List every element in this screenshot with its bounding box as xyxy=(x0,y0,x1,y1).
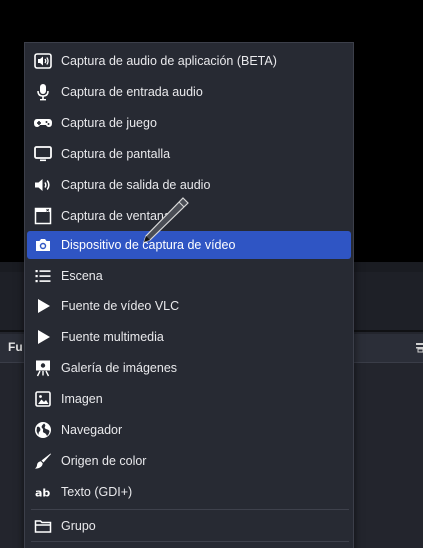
speaker-icon xyxy=(33,175,53,195)
menu-item-label: Captura de ventana xyxy=(61,209,171,223)
slideshow-icon xyxy=(33,358,53,378)
menu-item-label: Texto (GDI+) xyxy=(61,485,133,499)
menu-separator xyxy=(31,509,349,510)
menu-item-media-source[interactable]: Fuente multimedia xyxy=(27,323,351,351)
svg-text:ab: ab xyxy=(35,487,50,500)
menu-item-image[interactable]: Imagen xyxy=(27,385,351,413)
monitor-icon xyxy=(33,144,53,164)
menu-item-image-slideshow[interactable]: Galería de imágenes xyxy=(27,354,351,382)
menu-item-label: Captura de salida de audio xyxy=(61,178,211,192)
folder-icon xyxy=(33,516,53,536)
gamepad-icon xyxy=(33,113,53,133)
menu-item-label: Imagen xyxy=(61,392,103,406)
menu-separator xyxy=(31,541,349,542)
menu-item-scene[interactable]: Escena xyxy=(27,262,351,290)
menu-item-label: Fuente de vídeo VLC xyxy=(61,299,180,313)
menu-item-audio-input-capture[interactable]: Captura de entrada audio xyxy=(27,78,351,106)
menu-item-text-gdi[interactable]: ab Texto (GDI+) xyxy=(27,478,351,506)
menu-item-color-source[interactable]: Origen de color xyxy=(27,447,351,475)
menu-item-label: Captura de pantalla xyxy=(61,147,171,161)
menu-item-group[interactable]: Grupo xyxy=(27,512,351,540)
menu-item-label: Origen de color xyxy=(61,454,147,468)
dock-float-icon[interactable] xyxy=(415,341,423,353)
menu-item-label: Captura de audio de aplicación (BETA) xyxy=(61,54,277,68)
camera-icon xyxy=(33,235,53,255)
play-icon xyxy=(33,296,53,316)
add-source-menu: Captura de audio de aplicación (BETA) Ca… xyxy=(24,42,354,548)
menu-item-app-audio-capture[interactable]: Captura de audio de aplicación (BETA) xyxy=(27,47,351,75)
menu-item-label: Grupo xyxy=(61,519,96,533)
sources-dock-title: Fu xyxy=(8,340,23,354)
obs-window: Fu Captura de audio de aplicación (BETA) xyxy=(0,0,423,548)
play-icon xyxy=(33,327,53,347)
globe-icon xyxy=(33,420,53,440)
menu-item-label: Escena xyxy=(61,269,103,283)
menu-item-label: Fuente multimedia xyxy=(61,330,164,344)
app-audio-icon xyxy=(33,51,53,71)
menu-item-label: Navegador xyxy=(61,423,123,437)
menu-item-label: Dispositivo de captura de vídeo xyxy=(61,238,236,252)
menu-item-label: Captura de juego xyxy=(61,116,157,130)
list-icon xyxy=(33,266,53,286)
menu-item-audio-output-capture[interactable]: Captura de salida de audio xyxy=(27,171,351,199)
text-icon: ab xyxy=(33,482,53,502)
menu-item-label: Captura de entrada audio xyxy=(61,85,203,99)
menu-item-game-capture[interactable]: Captura de juego xyxy=(27,109,351,137)
menu-item-label: Galería de imágenes xyxy=(61,361,178,375)
window-icon xyxy=(33,206,53,226)
brush-icon xyxy=(33,451,53,471)
microphone-icon xyxy=(33,82,53,102)
menu-item-window-capture[interactable]: Captura de ventana xyxy=(27,202,351,230)
menu-item-browser[interactable]: Navegador xyxy=(27,416,351,444)
menu-item-video-capture-device[interactable]: Dispositivo de captura de vídeo xyxy=(27,231,351,259)
menu-item-vlc-video-source[interactable]: Fuente de vídeo VLC xyxy=(27,292,351,320)
menu-item-display-capture[interactable]: Captura de pantalla xyxy=(27,140,351,168)
image-icon xyxy=(33,389,53,409)
